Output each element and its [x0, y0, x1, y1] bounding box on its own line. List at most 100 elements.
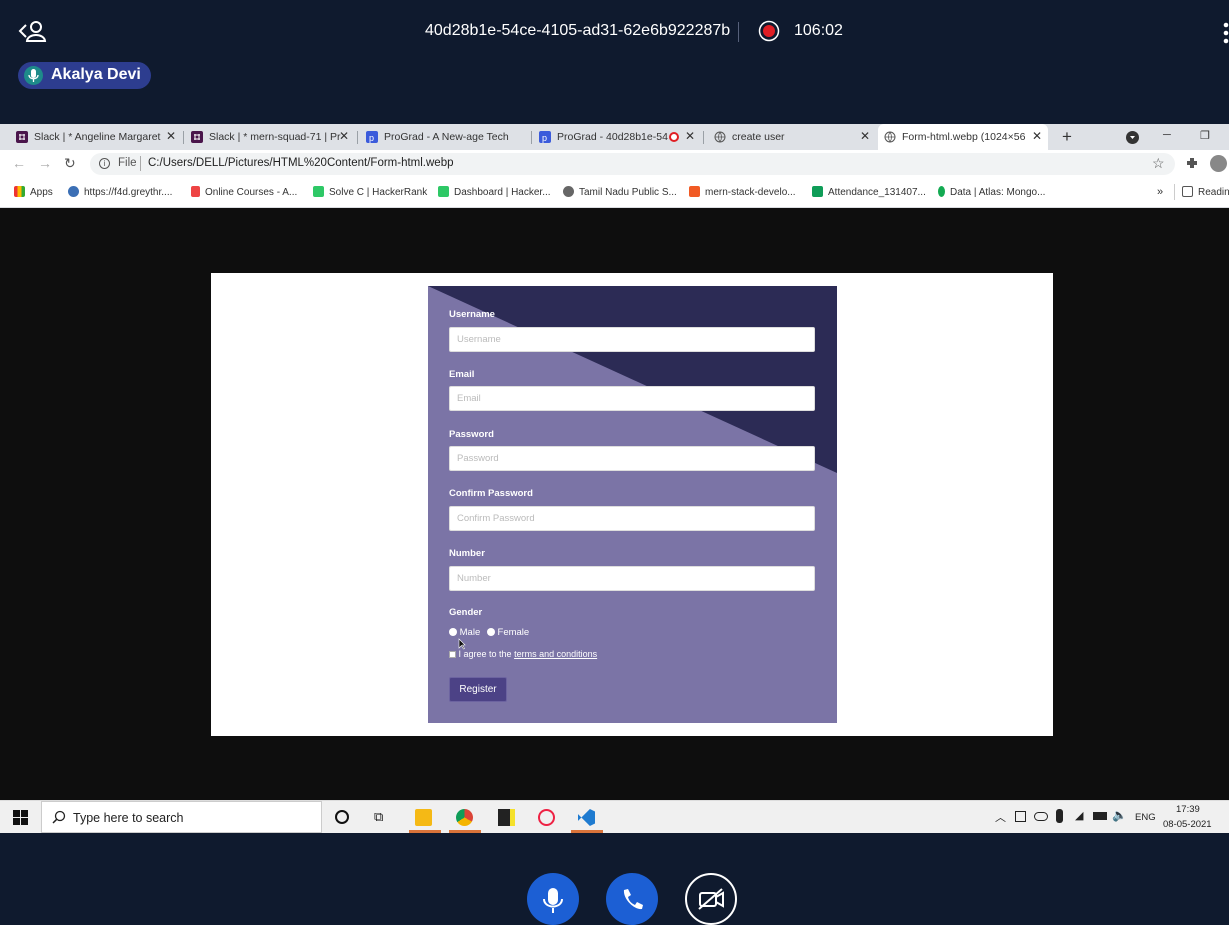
battery-icon[interactable] — [1093, 812, 1107, 820]
search-icon — [52, 810, 66, 824]
terms-checkbox[interactable] — [449, 651, 456, 658]
file-explorer-icon[interactable] — [415, 809, 432, 826]
bookmark-mern-stack[interactable]: mern-stack-develo... — [689, 186, 796, 198]
file-scheme-label: File — [118, 157, 137, 169]
tab-create-user[interactable]: create user ✕ — [708, 124, 876, 150]
search-placeholder: Type here to search — [73, 811, 184, 825]
email-label: Email — [449, 369, 475, 380]
header-divider — [738, 22, 739, 42]
onedrive-icon[interactable] — [1034, 812, 1048, 821]
phone-icon — [623, 889, 643, 910]
bookmark-greythr[interactable]: https://f4d.greythr.... — [68, 186, 172, 198]
bookmark-star-icon[interactable]: ☆ — [1152, 155, 1165, 172]
restore-button[interactable]: ❐ — [1200, 129, 1210, 142]
close-tab-icon[interactable]: ✕ — [339, 129, 349, 143]
meeting-controls — [0, 833, 1229, 925]
slack-icon — [191, 131, 203, 143]
registration-form: Username Username Email Email Password P… — [428, 286, 837, 723]
apps-icon — [14, 186, 25, 197]
speaker-mic-icon — [24, 66, 43, 85]
cortana-icon[interactable] — [335, 810, 349, 824]
number-label: Number — [449, 548, 485, 559]
phone-call-button[interactable] — [606, 873, 658, 925]
bookmark-hackerrank-dashboard[interactable]: Dashboard | Hacker... — [438, 186, 551, 198]
back-arrow-icon[interactable]: ← — [12, 155, 26, 171]
windows-start-icon[interactable] — [13, 810, 28, 825]
info-icon[interactable]: i — [99, 158, 110, 169]
camera-off-button[interactable] — [685, 873, 737, 925]
clock-time[interactable]: 17:39 — [1176, 804, 1200, 815]
register-button[interactable]: Register — [449, 677, 507, 702]
tab-form-webp-active[interactable]: Form-html.webp (1024×56 ✕ — [878, 124, 1048, 150]
bookmark-mongodb-atlas[interactable]: Data | Atlas: Mongo... — [938, 186, 1045, 198]
close-tab-icon[interactable]: ✕ — [166, 129, 176, 143]
tab-slack-1[interactable]: Slack | * Angeline Margaret ✕ — [10, 124, 182, 150]
link-icon — [689, 186, 700, 197]
close-tab-icon[interactable]: ✕ — [860, 129, 870, 143]
tab-strip: Slack | * Angeline Margaret ✕ Slack | * … — [0, 124, 1229, 150]
language-indicator[interactable]: ENG — [1135, 812, 1156, 823]
extensions-icon[interactable] — [1185, 156, 1199, 170]
number-input[interactable]: Number — [449, 566, 815, 591]
snipping-tool-icon[interactable] — [538, 809, 555, 826]
microphone-tray-icon[interactable] — [1056, 809, 1063, 823]
profile-avatar[interactable] — [1210, 155, 1227, 172]
close-tab-icon[interactable]: ✕ — [1032, 129, 1042, 143]
svg-text:p: p — [542, 133, 547, 143]
volume-icon[interactable]: 🔈 — [1112, 808, 1127, 822]
close-tab-icon[interactable]: ✕ — [685, 129, 695, 143]
bookmark-apps[interactable]: Apps — [14, 186, 53, 198]
vscode-icon[interactable] — [578, 809, 595, 826]
back-to-participants-icon[interactable] — [18, 19, 48, 43]
tray-device-icon[interactable] — [1015, 811, 1026, 822]
prograd-icon: p — [539, 131, 551, 143]
reading-list[interactable]: Readin — [1182, 186, 1229, 198]
taskbar-search-box[interactable]: Type here to search — [41, 801, 322, 833]
url-text[interactable]: C:/Users/DELL/Pictures/HTML%20Content/Fo… — [148, 157, 454, 169]
minimize-button[interactable]: ─ — [1163, 129, 1171, 141]
tray-chevron-icon[interactable]: ︿ — [995, 809, 1006, 825]
username-label: Username — [449, 309, 495, 320]
gender-options: Male Female — [449, 627, 529, 638]
tab-slack-2[interactable]: Slack | * mern-squad-71 | Pr ✕ — [185, 124, 355, 150]
omnibox[interactable]: i File C:/Users/DELL/Pictures/HTML%20Con… — [90, 153, 1175, 175]
svg-text:p: p — [369, 133, 374, 143]
windows-taskbar: Type here to search ⧉ ︿ ◢ 🔈 ENG 17:39 08… — [0, 800, 1229, 833]
globe-icon — [714, 131, 726, 143]
new-tab-button[interactable]: + — [1062, 127, 1072, 147]
password-label: Password — [449, 429, 494, 440]
gender-label: Gender — [449, 607, 483, 618]
sheets-icon — [812, 186, 823, 197]
clock-date[interactable]: 08-05-2021 — [1163, 819, 1212, 830]
more-bookmarks-chevron[interactable]: » — [1157, 186, 1163, 198]
greythr-icon — [68, 186, 79, 197]
sticky-notes-icon[interactable] — [498, 809, 515, 826]
username-input[interactable]: Username — [449, 327, 815, 352]
confirm-password-input[interactable]: Confirm Password — [449, 506, 815, 531]
slack-icon — [16, 131, 28, 143]
password-input[interactable]: Password — [449, 446, 815, 471]
reload-icon[interactable]: ↻ — [64, 155, 76, 172]
wifi-icon[interactable]: ◢ — [1075, 809, 1083, 822]
camera-off-icon — [698, 888, 724, 910]
agree-text: I agree to the — [458, 649, 512, 659]
bookmarks-bar: Apps https://f4d.greythr.... Online Cour… — [0, 178, 1229, 208]
tab-prograd-2[interactable]: p ProGrad - 40d28b1e-54 ✕ — [533, 124, 701, 150]
email-input[interactable]: Email — [449, 386, 815, 411]
bookmark-attendance[interactable]: Attendance_131407... — [812, 186, 926, 198]
task-view-icon[interactable]: ⧉ — [374, 809, 383, 825]
microphone-button[interactable] — [527, 873, 579, 925]
male-radio[interactable] — [449, 628, 457, 636]
male-option-label: Male — [459, 627, 481, 638]
tab-prograd-1[interactable]: p ProGrad - A New-age Tech — [360, 124, 530, 150]
bookmark-online-courses[interactable]: Online Courses - A... — [191, 186, 297, 198]
female-radio[interactable] — [486, 628, 495, 636]
more-options-icon[interactable] — [1222, 22, 1229, 44]
tab-search-icon[interactable] — [1126, 131, 1139, 144]
forward-arrow-icon[interactable]: → — [38, 155, 52, 171]
terms-link[interactable]: terms and conditions — [514, 649, 597, 659]
chrome-taskbar-icon[interactable] — [456, 809, 473, 826]
bookmark-tnpsc[interactable]: Tamil Nadu Public S... — [563, 186, 677, 198]
address-bar-row: ← → ↻ i File C:/Users/DELL/Pictures/HTML… — [0, 150, 1229, 178]
bookmark-hackerrank-solve[interactable]: Solve C | HackerRank — [313, 186, 427, 198]
